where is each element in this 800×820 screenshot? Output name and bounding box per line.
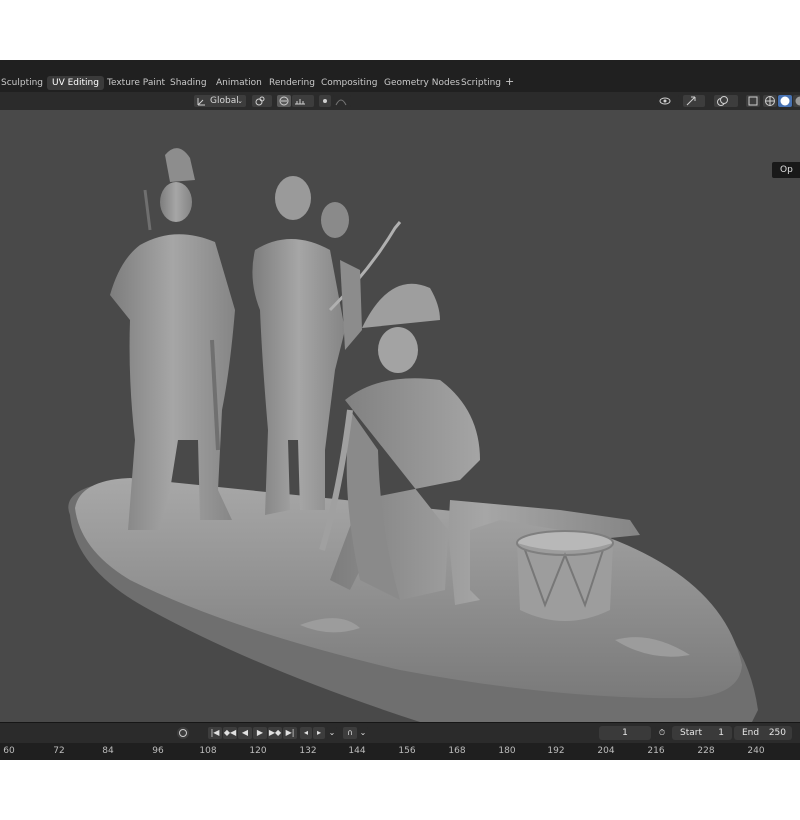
ruler-tick: 132 [299,746,317,756]
next-keyframe-icon: ▶◆ [268,728,282,737]
prev-marker-icon: ◂ [303,728,308,737]
ruler-tick: 216 [647,746,665,756]
tab-sculpting[interactable]: Sculpting [0,76,48,90]
orientation-label: Global [210,96,239,106]
timeline-header: |◀ ◆◀ ◀ ▶ ▶◆ ▶| ◂ ▸ ⌄ ∩ ⌄ 1 ⏱ Start 1 En… [0,722,800,743]
overlay-dropdown[interactable] [714,95,738,107]
tab-scripting[interactable]: Scripting [456,76,506,90]
ruler-tick: 156 [398,746,416,756]
orientation-icon [197,98,205,106]
end-value: 250 [768,728,786,738]
chevron-down-icon: ⌄ [328,728,336,737]
xray-icon [748,96,758,106]
falloff-icon [335,99,347,106]
snap-timeline-toggle[interactable]: ∩ [343,727,357,739]
stopwatch-icon: ⏱ [658,728,666,737]
tab-texture-paint[interactable]: Texture Paint [102,76,170,90]
play-reverse-button[interactable]: ◀ [238,727,252,739]
overlay-icon [717,96,728,106]
ruler-tick: 96 [152,746,164,756]
tab-shading[interactable]: Shading [165,76,212,90]
auto-keying-toggle[interactable] [177,727,189,739]
ruler-tick: 60 [3,746,15,756]
wireframe-shading-button[interactable] [763,95,777,107]
drum [516,530,614,621]
playback-dropdown[interactable]: ⌄ [327,727,337,739]
play-button[interactable]: ▶ [253,727,267,739]
ruler-tick: 228 [697,746,715,756]
play-reverse-icon: ◀ [241,728,249,737]
tab-geometry-nodes[interactable]: Geometry Nodes [379,76,465,90]
visibility-icon [659,97,671,105]
pivot-point-dropdown[interactable] [252,95,272,107]
snap-toggle[interactable] [277,95,291,107]
prev-keyframe-icon: ◆◀ [223,728,237,737]
tab-rendering[interactable]: Rendering [264,76,320,90]
end-frame-field[interactable]: End 250 [734,726,792,740]
magnet-icon: ∩ [347,728,353,737]
next-marker-button[interactable]: ▸ [313,727,325,739]
current-frame-field[interactable]: 1 [599,726,651,740]
start-value: 1 [718,728,724,738]
tab-compositing[interactable]: Compositing [316,76,382,90]
frame-ruler[interactable]: 60 72 84 96 108 120 132 144 156 168 180 … [0,743,800,760]
add-workspace-button[interactable]: + [505,75,514,88]
start-frame-field[interactable]: Start 1 [672,726,732,740]
proportional-falloff-dropdown[interactable] [333,95,351,107]
ruler-tick: 72 [53,746,65,756]
figure-soldier-left [110,148,235,530]
transform-orientation-dropdown[interactable]: Global ⌄ [194,95,246,107]
visibility-dropdown[interactable] [657,95,679,107]
prev-keyframe-button[interactable]: ◆◀ [223,727,237,739]
gizmo-dropdown[interactable] [683,95,705,107]
ruler-tick: 192 [547,746,565,756]
gizmo-icon [686,96,696,106]
sculpture-diorama [68,148,759,722]
solid-shading-icon [780,96,790,106]
ruler-tick: 240 [747,746,765,756]
proportional-edit-toggle[interactable] [319,95,331,107]
ruler-tick: 144 [348,746,366,756]
material-shading-button[interactable] [793,95,800,107]
material-shading-icon [795,96,800,106]
ruler-tick: 84 [102,746,114,756]
operator-tooltip: Op [772,162,800,178]
solid-shading-button[interactable] [778,95,792,107]
snap-increment-icon [295,99,305,105]
tab-uv-editing[interactable]: UV Editing [47,76,104,90]
next-marker-icon: ▸ [316,728,321,737]
workspace-tab-bar: Sculpting UV Editing Texture Paint Shadi… [0,60,800,92]
ruler-tick: 180 [498,746,516,756]
jump-end-button[interactable]: ▶| [283,727,297,739]
blender-window: Sculpting UV Editing Texture Paint Shadi… [0,60,800,760]
3d-viewport[interactable]: Op [0,110,800,722]
chevron-down-icon: ⌄ [359,728,367,737]
ruler-tick: 120 [249,746,267,756]
next-keyframe-button[interactable]: ▶◆ [268,727,282,739]
tab-animation[interactable]: Animation [211,76,267,90]
snap-timeline-dropdown[interactable]: ⌄ [358,727,368,739]
start-label: Start [680,728,702,738]
xray-toggle[interactable] [746,95,760,107]
jump-end-icon: ▶| [285,728,295,737]
timeline-editor: |◀ ◆◀ ◀ ▶ ▶◆ ▶| ◂ ▸ ⌄ ∩ ⌄ 1 ⏱ Start 1 En… [0,722,800,760]
record-icon [179,729,187,737]
preview-range-toggle[interactable]: ⏱ [655,727,669,739]
proportional-edit-icon [323,99,327,103]
ruler-tick: 168 [448,746,466,756]
pivot-icon [255,96,265,106]
end-label: End [742,728,760,738]
snap-target-dropdown[interactable] [292,95,314,107]
chevron-down-icon: ⌄ [237,97,243,105]
viewport-header: Global ⌄ [0,92,800,110]
snap-icon [279,96,289,106]
wireframe-shading-icon [765,96,775,106]
play-icon: ▶ [256,728,264,737]
jump-start-button[interactable]: |◀ [208,727,222,739]
jump-start-icon: |◀ [210,728,220,737]
ruler-tick: 204 [597,746,615,756]
ruler-tick: 108 [199,746,217,756]
prev-marker-button[interactable]: ◂ [300,727,312,739]
